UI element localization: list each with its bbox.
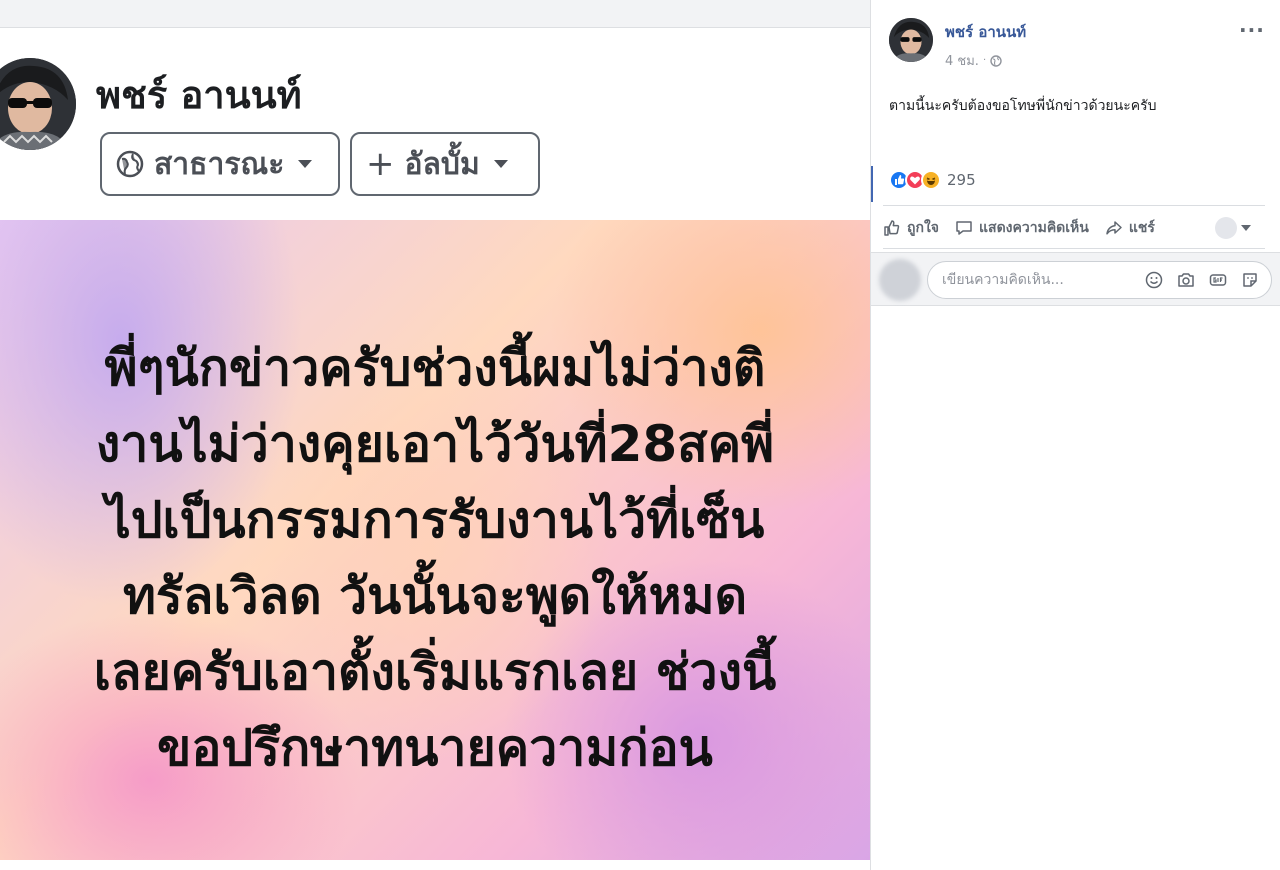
emoji-icon[interactable] [1143,269,1165,291]
avatar-photo [889,18,933,62]
plus-icon: + [366,144,395,184]
album-label: อัลบั้ม [404,146,480,182]
gif-icon[interactable] [1207,269,1229,291]
haha-reaction-icon [921,170,941,190]
like-button[interactable]: ถูกใจ [883,217,939,239]
share-label: แชร์ [1128,220,1155,236]
post-meta: 4 ชม. · [945,50,1002,71]
image-text-line: ทรัลเวิลด วันนั้นจะพูดให้หมด [122,567,748,625]
post-actions: ถูกใจ แสดงความคิดเห็น แชร์ [883,212,1265,244]
divider [883,248,1265,249]
reaction-count: 295 [947,171,976,189]
profile-name[interactable]: พชร์ อานนท์ [96,64,302,125]
focus-indicator [871,166,873,202]
author-avatar[interactable] [889,18,933,62]
avatar [1215,217,1237,239]
more-options-icon[interactable]: ··· [1239,18,1265,42]
image-text-line: เลยครับเอาตั้งเริ่มแรกเลย ช่วงนี้ [93,643,777,701]
comment-input[interactable] [942,272,1143,288]
image-text-line: ขอปรึกษาทนายความก่อน [157,719,713,777]
globe-icon [116,150,144,178]
caret-down-icon [493,160,508,168]
profile-avatar[interactable] [0,58,76,150]
divider [883,205,1265,206]
comment-composer [871,252,1280,306]
author-name[interactable]: พชร์ อานนท์ [945,20,1026,44]
share-icon [1106,221,1122,235]
sticker-icon[interactable] [1239,269,1261,291]
album-button[interactable]: + อัลบั้ม [350,132,540,196]
image-text-line: งานไม่ว่างคุยเอาไว้วันที่28สคพี่ [95,415,775,473]
post-image-text: พี่ๆนักข่าวครับช่วงนี้ผมไม่ว่างติ งานไม่… [0,330,870,786]
thumbs-up-icon [884,220,900,236]
commenter-avatar [879,259,921,301]
comment-input-wrapper[interactable] [927,261,1272,299]
image-text-line: ไปเป็นกรรมการรับงานไว้ที่เซ็น [105,491,765,549]
avatar-photo [0,58,76,150]
post-image[interactable]: พี่ๆนักข่าวครับช่วงนี้ผมไม่ว่างติ งานไม่… [0,220,870,860]
privacy-selector[interactable]: สาธารณะ [100,132,340,196]
top-bar [0,0,870,28]
camera-icon[interactable] [1175,269,1197,291]
share-button[interactable]: แชร์ [1105,217,1155,239]
comment-label: แสดงความคิดเห็น [979,220,1089,236]
reaction-as-selector[interactable] [1215,217,1265,239]
comment-icon [956,221,972,235]
like-label: ถูกใจ [907,220,939,236]
comment-button[interactable]: แสดงความคิดเห็น [955,217,1089,239]
caret-down-icon [298,160,313,168]
post-time[interactable]: 4 ชม. [945,50,979,71]
reactions-summary[interactable]: 295 [889,170,976,190]
globe-icon [990,54,1002,67]
post-caption: ตามนี้นะครับต้องขอโทษพี่นักข่าวด้วยนะครั… [889,98,1157,114]
privacy-label: สาธารณะ [154,146,285,182]
post-sidebar: พชร์ อานนท์ 4 ชม. · ··· ตามนี้นะครับต้อง… [870,0,1280,870]
post-detail-panel: พชร์ อานนท์ สาธารณะ + อัลบั้ม พี่ๆนักข่า… [0,0,870,870]
comment-tools [1143,269,1261,291]
caret-down-icon [1241,225,1251,231]
meta-separator: · [982,55,987,66]
image-text-line: พี่ๆนักข่าวครับช่วงนี้ผมไม่ว่างติ [104,339,766,397]
